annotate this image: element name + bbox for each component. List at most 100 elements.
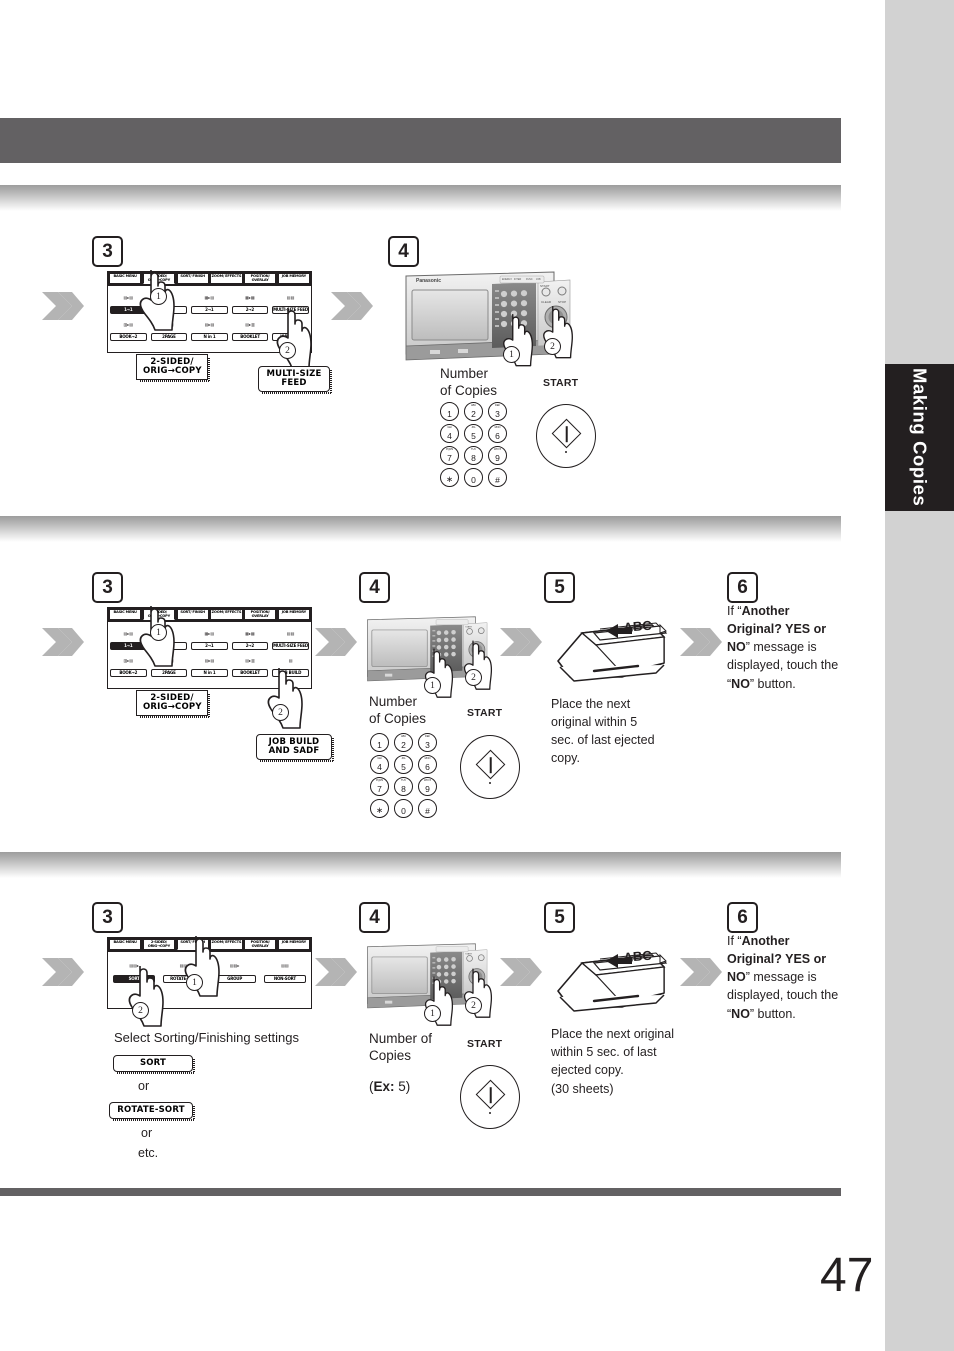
lcd-cell[interactable]: ▤▸▥ BOOKLET bbox=[231, 652, 269, 678]
marker-1: 1 bbox=[424, 1005, 441, 1022]
step-badge: 4 bbox=[359, 572, 390, 603]
keypad-key-4[interactable]: GHI 4 bbox=[370, 755, 389, 774]
marker-1: 1 bbox=[424, 677, 441, 694]
page-header-band bbox=[0, 118, 841, 163]
lcd-cell[interactable]: ▦▸▦ 2→2 bbox=[231, 625, 269, 651]
keypad-key-7[interactable]: PQRS 7 bbox=[370, 777, 389, 796]
lcd-button-n-in-1[interactable]: N in 1 bbox=[191, 669, 228, 678]
lcd-cell[interactable]: ▤▤ NON-SORT bbox=[263, 955, 306, 984]
lcd-cell[interactable]: ▦▸▤ 2→1 bbox=[191, 625, 228, 651]
lcd-tab-sort-finish[interactable]: SORT/ FINISH bbox=[176, 609, 209, 620]
lcd-cell[interactable]: ▤▸▤ N in 1 bbox=[191, 316, 228, 342]
start-button[interactable] bbox=[460, 735, 520, 799]
callout-shadow bbox=[140, 716, 209, 719]
keypad-key-digit: 8 bbox=[471, 452, 476, 463]
keypad-key-9[interactable]: WXYZ 9 bbox=[488, 446, 507, 465]
keypad-key-6[interactable]: MNO 6 bbox=[488, 424, 507, 443]
lcd-button-book-to-2[interactable]: BOOK→2 bbox=[110, 669, 147, 678]
keypad-key-star[interactable]: ∗ bbox=[440, 468, 459, 487]
lcd-button-2to2[interactable]: 2→2 bbox=[231, 306, 269, 315]
lcd-button-2to1[interactable]: 2→1 bbox=[191, 306, 228, 315]
keypad-key-hash[interactable]: # bbox=[418, 799, 437, 818]
lcd-tab-job-memory[interactable]: JOB MEMORY bbox=[277, 939, 310, 950]
lcd-button-2page[interactable]: 2PAGE bbox=[150, 333, 188, 342]
keypad-key-5[interactable]: JKL 5 bbox=[464, 424, 483, 443]
lcd-tab-2sided[interactable]: 2-SIDED/ ORIG→COPY bbox=[142, 939, 175, 950]
start-button-diagram[interactable] bbox=[370, 1063, 550, 1173]
marker-2: 2 bbox=[465, 669, 482, 686]
number-of-copies-label: Number of Copies bbox=[369, 1031, 433, 1064]
lcd-button-n-in-1[interactable]: N in 1 bbox=[191, 333, 228, 342]
callout-shadow bbox=[117, 1072, 194, 1075]
lcd-button-2to1[interactable]: 2→1 bbox=[191, 642, 228, 651]
flow-arrow-icon bbox=[500, 954, 542, 990]
numeric-keypad-diagram[interactable]: 1 ABC 2 DEF 3 GHI 4 JKL 5 MNO 6 PQRS 7 TUV 8 WX… bbox=[370, 733, 550, 843]
keypad-key-9[interactable]: WXYZ 9 bbox=[418, 777, 437, 796]
lcd-tab-basic-menu[interactable]: BASIC MENU bbox=[109, 939, 142, 950]
multi-size-icon: ▤▤ bbox=[286, 295, 295, 300]
keypad-key-star[interactable]: ∗ bbox=[370, 799, 389, 818]
lcd-button-2page[interactable]: 2PAGE bbox=[150, 669, 188, 678]
lcd-tab-position-overlay[interactable]: POSITION/ OVERLAY bbox=[244, 273, 277, 284]
keypad-key-1[interactable]: 1 bbox=[370, 733, 389, 752]
start-button[interactable] bbox=[460, 1065, 520, 1129]
keypad-key-5[interactable]: JKL 5 bbox=[394, 755, 413, 774]
keypad-key-8[interactable]: TUV 8 bbox=[394, 777, 413, 796]
keypad-key-0[interactable]: 0 bbox=[394, 799, 413, 818]
lcd-cell[interactable]: ▦▸▦ 2→2 bbox=[231, 289, 269, 315]
keypad-key-4[interactable]: GHI 4 bbox=[440, 424, 459, 443]
flow-arrow-icon bbox=[42, 624, 84, 660]
keypad-key-digit: 5 bbox=[401, 761, 406, 772]
lcd-cell[interactable]: ▤▤ MULTI-SIZE FEED bbox=[272, 625, 310, 651]
lcd-button-non-sort[interactable]: NON-SORT bbox=[263, 975, 306, 984]
etc-label: etc. bbox=[138, 1146, 159, 1160]
keypad-key-sub: MNO bbox=[494, 426, 501, 430]
keypad-key-sub: WXYZ bbox=[423, 779, 432, 783]
callout-label: 2-SIDED/ ORIG→COPY bbox=[143, 693, 202, 713]
keypad-key-0[interactable]: 0 bbox=[464, 468, 483, 487]
keypad-key-sub: ABC bbox=[470, 404, 477, 408]
keypad-key-2[interactable]: ABC 2 bbox=[394, 733, 413, 752]
keypad-key-digit: 3 bbox=[425, 739, 430, 750]
keypad-key-3[interactable]: DEF 3 bbox=[488, 402, 507, 421]
lcd-button-multi-size-feed[interactable]: MULTI-SIZE FEED bbox=[272, 642, 310, 651]
svg-text:START: START bbox=[465, 953, 473, 956]
keypad-key-hash[interactable]: # bbox=[488, 468, 507, 487]
keypad-key-2[interactable]: ABC 2 bbox=[464, 402, 483, 421]
numeric-keypad-diagram[interactable]: 1 ABC 2 DEF 3 GHI 4 JKL 5 MNO 6 PQRS 7 TUV 8 WX… bbox=[440, 402, 620, 512]
lcd-button-booklet[interactable]: BOOKLET bbox=[231, 669, 269, 678]
keypad-key-sub: PQRS bbox=[376, 779, 383, 783]
keypad-key-sub: JKL bbox=[401, 757, 406, 761]
start-label: START bbox=[543, 377, 579, 389]
keypad-key-8[interactable]: TUV 8 bbox=[464, 446, 483, 465]
keypad-key-digit: 6 bbox=[495, 430, 500, 441]
lcd-tab-zoom-effects[interactable]: ZOOM/ EFFECTS bbox=[210, 609, 243, 620]
lcd-tab-position-overlay[interactable]: POSITION/ OVERLAY bbox=[244, 609, 277, 620]
marker-2: 2 bbox=[279, 342, 296, 359]
hand-pointer-icon bbox=[125, 966, 165, 1028]
lcd-cell[interactable]: ▤▸▥ BOOKLET bbox=[231, 316, 269, 342]
lcd-tab-zoom-effects[interactable]: ZOOM/ EFFECTS bbox=[210, 273, 243, 284]
lcd-button-2to2[interactable]: 2→2 bbox=[231, 642, 269, 651]
lcd-button-book-to-2[interactable]: BOOK→2 bbox=[110, 333, 147, 342]
lcd-cell[interactable]: ▤▸▤ N in 1 bbox=[191, 652, 228, 678]
lcd-tab-position-overlay[interactable]: POSITION/ OVERLAY bbox=[244, 939, 277, 950]
keypad-key-digit: 1 bbox=[447, 408, 452, 419]
lcd-button-booklet[interactable]: BOOKLET bbox=[231, 333, 269, 342]
marker-2: 2 bbox=[132, 1002, 149, 1019]
start-button[interactable] bbox=[536, 404, 596, 468]
keypad-key-sub: TUV bbox=[401, 779, 406, 783]
marker-2: 2 bbox=[544, 338, 561, 355]
step6-instruction-text: If “Another Original? YES or NO” message… bbox=[727, 932, 840, 1023]
svg-text:START: START bbox=[540, 284, 550, 288]
lcd-tab-job-memory[interactable]: JOB MEMORY bbox=[277, 273, 310, 284]
lcd-cell[interactable]: ▦▸▤ 2→1 bbox=[191, 289, 228, 315]
lcd-tab-sort-finish[interactable]: SORT/ FINISH bbox=[176, 273, 209, 284]
keypad-key-6[interactable]: MNO 6 bbox=[418, 755, 437, 774]
keypad-key-3[interactable]: DEF 3 bbox=[418, 733, 437, 752]
keypad-key-7[interactable]: PQRS 7 bbox=[440, 446, 459, 465]
keypad-key-1[interactable]: 1 bbox=[440, 402, 459, 421]
flow-arrow-icon bbox=[42, 288, 84, 324]
flow-arrow-icon bbox=[331, 288, 373, 324]
lcd-tab-job-memory[interactable]: JOB MEMORY bbox=[277, 609, 310, 620]
